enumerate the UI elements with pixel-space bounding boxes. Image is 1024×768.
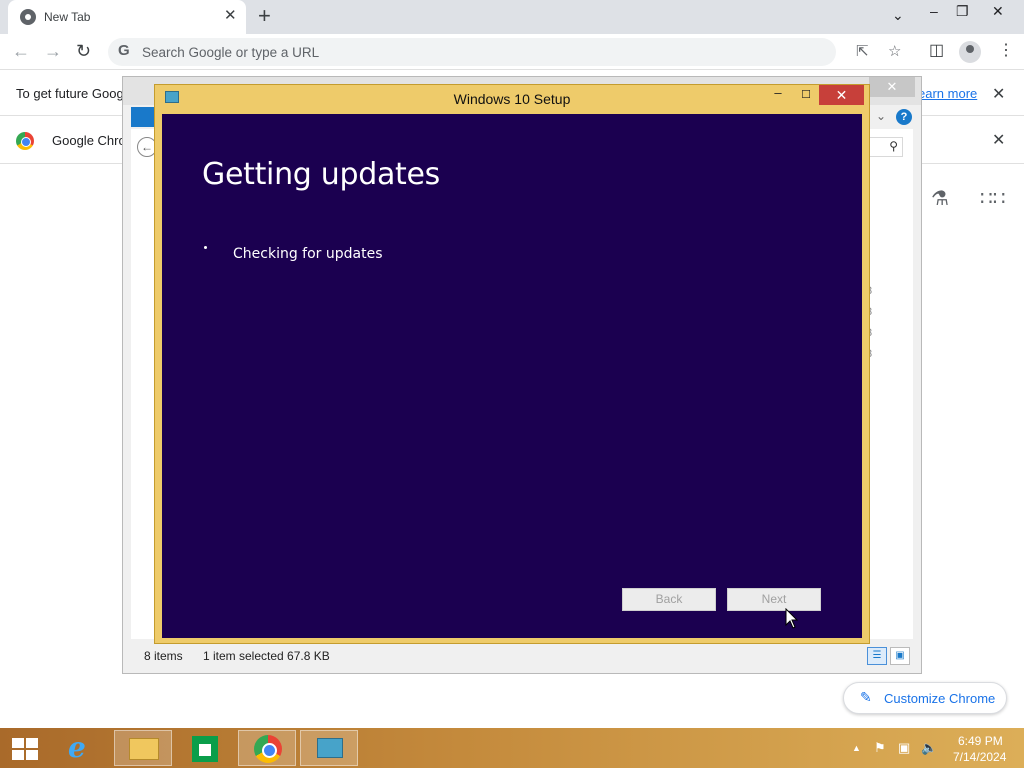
chrome-logo-icon [16, 132, 34, 150]
windows-setup-window: Windows 10 Setup – ☐ ✕ Getting updates C… [154, 84, 870, 644]
next-button[interactable]: Next [727, 588, 821, 611]
action-center-flag-icon[interactable]: ⚑ [874, 740, 886, 756]
profile-avatar-icon[interactable] [959, 41, 981, 63]
page-title: Getting updates [202, 157, 440, 192]
labs-flask-icon[interactable]: ⚗ [931, 186, 949, 211]
address-bar[interactable]: G Search Google or type a URL ⇱ ☆ [108, 38, 901, 66]
share-icon[interactable]: ⇱ [856, 44, 869, 60]
back-arrow-icon[interactable]: ← [12, 40, 30, 62]
chrome-menu-icon[interactable]: ⋮ [998, 42, 1014, 60]
taskbar-file-explorer[interactable] [114, 730, 172, 766]
bookmark-star-icon[interactable]: ☆ [888, 44, 901, 60]
back-button[interactable]: Back [622, 588, 716, 611]
store-icon [192, 736, 218, 762]
side-panel-icon[interactable]: ◫ [929, 42, 944, 60]
infobar2-close-icon[interactable]: ✕ [992, 130, 1005, 150]
browser-close-button[interactable]: ✕ [992, 2, 1004, 20]
help-icon[interactable]: ? [896, 109, 912, 125]
infobar-close-icon[interactable]: ✕ [992, 84, 1005, 104]
setup-window-title: Windows 10 Setup [453, 91, 571, 107]
infobar-text: To get future Goog [16, 86, 124, 101]
volume-muted-icon[interactable]: 🔈 [921, 740, 937, 756]
taskbar-internet-explorer[interactable]: e [52, 730, 110, 766]
ribbon-expand-icon[interactable]: ⌄ [876, 109, 886, 123]
status-text: Checking for updates [233, 246, 383, 262]
chrome-favicon-icon [20, 9, 36, 25]
mouse-cursor-icon [785, 608, 799, 629]
tab-search-dropdown-icon[interactable]: ⌄ [892, 6, 904, 24]
tab-title: New Tab [44, 10, 91, 24]
setup-maximize-button[interactable]: ☐ [795, 85, 817, 105]
browser-toolbar: ← → ↻ G Search Google or type a URL ⇱ ☆ … [0, 34, 1024, 70]
taskbar: e ▲ ⚑ ▣ 🔈 6:49 PM 7/14/2024 [0, 728, 1024, 768]
tab-new-tab[interactable]: New Tab ✕ [8, 0, 246, 34]
setup-close-button[interactable]: ✕ [819, 85, 864, 105]
customize-chrome-button[interactable]: ✎ Customize Chrome [843, 682, 1007, 714]
item-count: 8 items [144, 649, 183, 663]
progress-indicator-icon [204, 246, 207, 249]
large-icons-view-icon[interactable]: ▣ [890, 647, 910, 665]
google-g-icon: G [118, 42, 130, 59]
setup-minimize-button[interactable]: – [767, 85, 789, 105]
browser-restore-button[interactable]: ❐ [956, 2, 969, 20]
address-bar-placeholder: Search Google or type a URL [142, 45, 320, 60]
chrome-icon [254, 735, 282, 763]
clock-time[interactable]: 6:49 PM [958, 734, 1003, 748]
search-icon: ⚲ [889, 139, 898, 153]
browser-minimize-button[interactable]: – [930, 2, 938, 20]
customize-chrome-label: Customize Chrome [884, 691, 996, 706]
setup-content-panel: Getting updates Checking for updates Bac… [162, 114, 862, 638]
setup-app-icon [317, 738, 343, 758]
folder-icon [129, 738, 159, 760]
taskbar-store[interactable] [176, 730, 234, 766]
reload-icon[interactable]: ↻ [76, 40, 91, 62]
taskbar-chrome[interactable] [238, 730, 296, 766]
learn-more-link[interactable]: earn more [918, 86, 977, 101]
new-tab-button[interactable]: + [258, 4, 271, 28]
details-view-icon[interactable]: ☰ [867, 647, 887, 665]
internet-explorer-icon: e [68, 731, 86, 764]
pencil-icon: ✎ [860, 689, 872, 705]
tab-strip: New Tab ✕ + ⌄ – ❐ ✕ [0, 0, 1024, 34]
tray-overflow-icon[interactable]: ▲ [852, 743, 861, 753]
taskbar-windows-setup[interactable] [300, 730, 358, 766]
clock-date[interactable]: 7/14/2024 [953, 750, 1006, 764]
apps-grid-icon[interactable]: ∷∷ [980, 186, 1005, 211]
infobar2-text: Google Chro [52, 133, 126, 148]
tab-close-icon[interactable]: ✕ [224, 8, 237, 24]
explorer-close-button[interactable]: ✕ [869, 77, 915, 97]
windows-start-icon[interactable] [12, 738, 38, 760]
selection-info: 1 item selected 67.8 KB [203, 649, 330, 663]
forward-arrow-icon[interactable]: → [44, 40, 62, 62]
network-icon[interactable]: ▣ [898, 740, 910, 756]
